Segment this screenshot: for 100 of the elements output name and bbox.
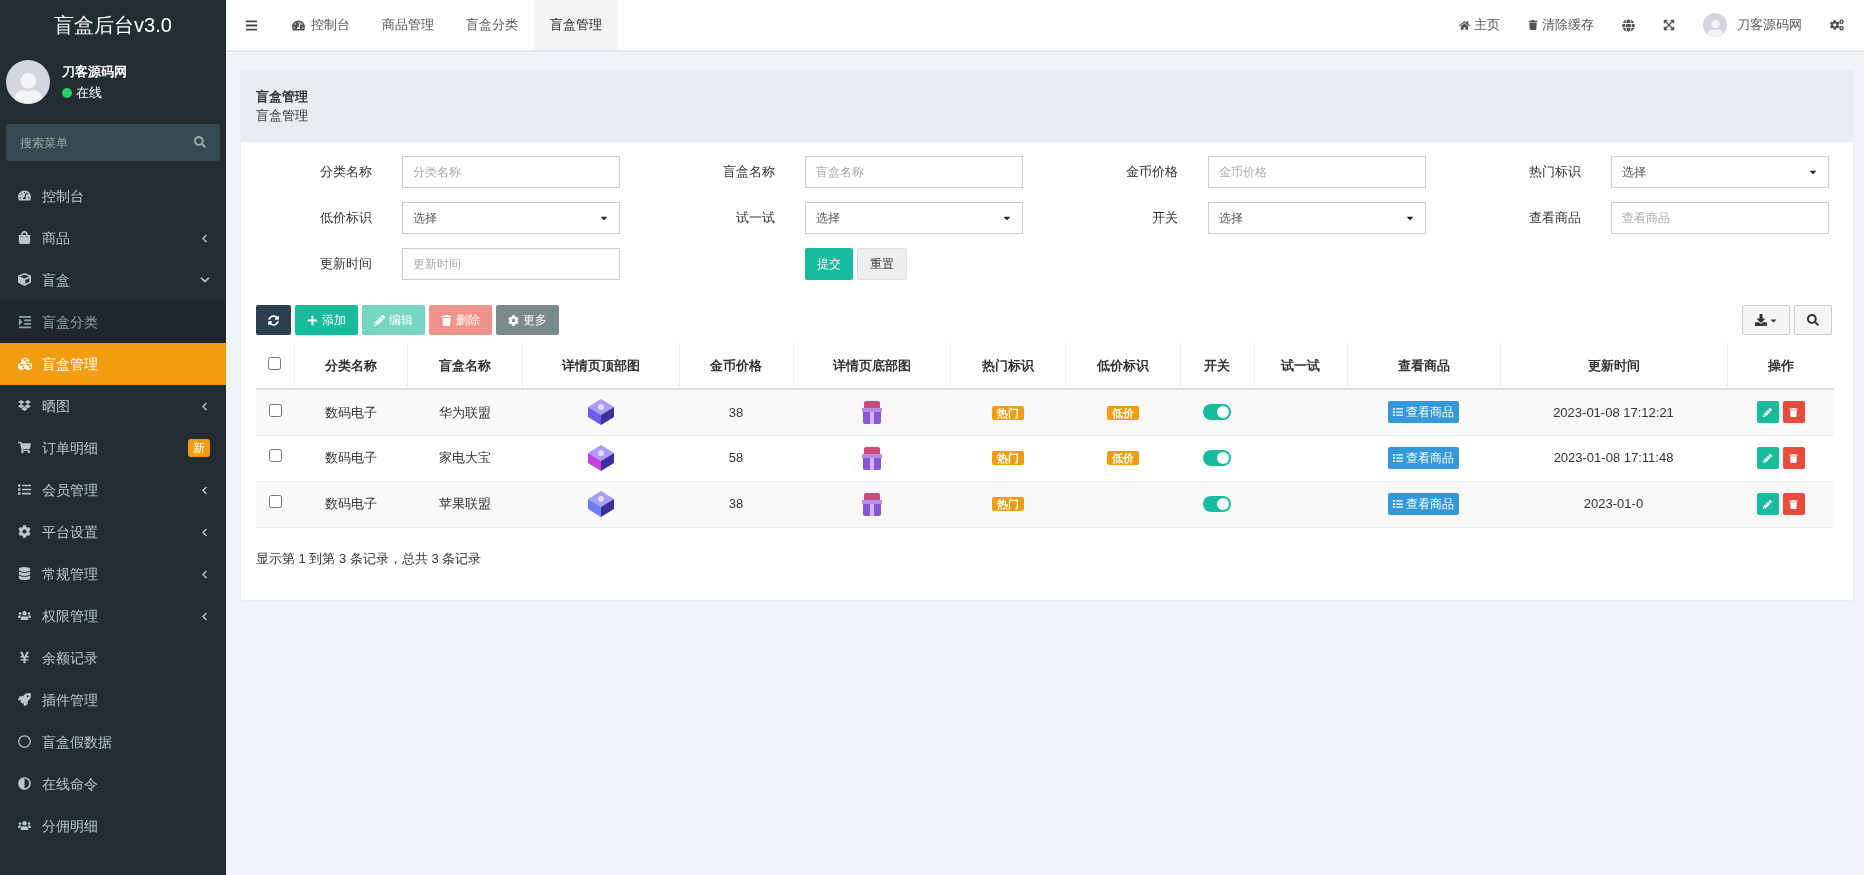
nav-tab[interactable]: 盲盒管理 — [534, 0, 618, 50]
trash-icon — [1789, 407, 1798, 417]
search-field[interactable]: 搜索菜单 — [6, 124, 220, 161]
download-icon — [1754, 314, 1767, 326]
filter-label: 分类名称 — [320, 163, 372, 182]
sidebar-item[interactable]: 余额记录 — [0, 637, 226, 679]
sidebar-item[interactable]: 会员管理 — [0, 469, 226, 511]
users-icon — [18, 609, 32, 623]
column-header: 分类名称 — [294, 343, 407, 389]
sidebar-subitem[interactable]: 盲盒分类 — [0, 301, 226, 343]
table-cell: 2023-01-08 17:12:21 — [1553, 404, 1674, 420]
refresh-icon — [268, 314, 279, 326]
nav-tab[interactable]: 商品管理 — [366, 0, 450, 50]
column-header: 查看商品 — [1347, 343, 1500, 389]
toggle-switch[interactable] — [1203, 450, 1231, 466]
input-field[interactable]: 金币价格 — [1208, 156, 1426, 188]
dashboard-icon — [292, 18, 305, 32]
hot-tag: 热门 — [991, 451, 1024, 466]
pagination-info: 显示第 1 到第 3 条记录，总共 3 条记录 — [256, 550, 482, 566]
sidebar-item[interactable]: 平台设置 — [0, 511, 226, 553]
select-field[interactable]: 选择 — [402, 202, 620, 234]
low-price-tag: 低价 — [1106, 405, 1139, 420]
input-field[interactable]: 查看商品 — [1611, 202, 1829, 234]
list-icon — [1393, 453, 1403, 463]
refresh-button[interactable] — [256, 305, 291, 335]
table-cell: 38 — [728, 496, 744, 512]
row-checkbox[interactable] — [268, 495, 282, 509]
user-name[interactable]: 刀客源码网 — [1737, 15, 1802, 35]
sidebar-item[interactable]: 分佣明细 — [0, 805, 226, 847]
fullscreen-icon[interactable] — [1663, 19, 1675, 31]
globe-icon[interactable] — [1622, 18, 1635, 32]
app-title: 盲盒后台v3.0 — [54, 13, 172, 38]
settings-icon[interactable] — [1830, 18, 1844, 32]
filter-label: 试一试 — [736, 209, 775, 228]
sidebar-item[interactable]: 盲盒假数据 — [0, 721, 226, 763]
column-header: 盲盒名称 — [407, 343, 522, 389]
column-header: 详情页顶部图 — [522, 343, 679, 389]
users-icon — [18, 819, 32, 833]
pencil-icon — [1763, 407, 1772, 417]
filter-label: 金币价格 — [1126, 163, 1178, 182]
list-icon — [1393, 499, 1403, 509]
column-header: 热门标识 — [950, 343, 1065, 389]
delete-button[interactable] — [1782, 447, 1805, 469]
table-cell: 家电大宝 — [438, 450, 491, 466]
sidebar-item[interactable]: 插件管理 — [0, 679, 226, 721]
select-field[interactable]: 选择 — [1611, 156, 1829, 188]
table-cell: 2023-01-0 — [1583, 496, 1644, 512]
home-link[interactable]: 主页 — [1459, 15, 1500, 35]
user-name: 刀客源码网 — [62, 62, 127, 81]
search-button[interactable] — [1794, 305, 1832, 335]
sidebar-item[interactable]: 控制台 — [0, 175, 226, 217]
delete-button[interactable] — [1782, 401, 1805, 424]
select-all-checkbox[interactable] — [268, 356, 282, 370]
filter-label: 更新时间 — [320, 255, 372, 274]
low-price-tag: 低价 — [1106, 451, 1139, 466]
plus-icon — [307, 314, 318, 326]
nav-tab[interactable]: 控制台 — [276, 0, 366, 50]
toggle-switch[interactable] — [1203, 496, 1231, 512]
user-status: 在线 — [76, 84, 102, 102]
sidebar-item[interactable]: 常规管理 — [0, 553, 226, 595]
row-checkbox[interactable] — [268, 403, 282, 417]
input-field[interactable]: 更新时间 — [402, 248, 620, 280]
select-field[interactable]: 选择 — [1208, 202, 1426, 234]
delete-button[interactable] — [1782, 493, 1805, 515]
sidebar-item[interactable]: 盲盒 — [0, 259, 226, 301]
search-icon — [194, 136, 206, 148]
nav-tab[interactable]: 盲盒分类 — [450, 0, 534, 50]
table-cell: 2023-01-08 17:11:48 — [1553, 450, 1674, 466]
column-header: 详情页底部图 — [793, 343, 950, 389]
input-field[interactable]: 分类名称 — [402, 156, 620, 188]
export-button[interactable] — [1742, 305, 1790, 335]
toggle-switch[interactable] — [1203, 404, 1231, 421]
row-checkbox[interactable] — [268, 449, 282, 463]
edit-button[interactable] — [1756, 493, 1779, 515]
sidebar-item[interactable]: 订单明细 新 — [0, 427, 226, 469]
sidebar-item[interactable]: 权限管理 — [0, 595, 226, 637]
sidebar-item[interactable]: 在线命令 — [0, 763, 226, 805]
more-button[interactable]: 更多 — [496, 305, 559, 335]
cube-icon — [18, 273, 32, 287]
indent-icon — [18, 315, 32, 329]
reset-button[interactable]: 重置 — [857, 248, 907, 280]
column-header: 金币价格 — [679, 343, 793, 389]
page-title: 盲盒管理 — [256, 87, 309, 106]
input-field[interactable]: 盲盒名称 — [805, 156, 1023, 188]
cubes-icon — [18, 357, 32, 371]
bag-icon — [18, 231, 32, 245]
cart-icon — [18, 441, 32, 455]
table-cell: 数码电子 — [324, 404, 377, 420]
edit-button[interactable] — [1756, 401, 1779, 424]
clear-cache-link[interactable]: 清除缓存 — [1528, 15, 1594, 35]
database-icon — [18, 567, 32, 581]
avatar-icon — [1703, 13, 1727, 37]
column-header: 试一试 — [1254, 343, 1347, 389]
sidebar-item[interactable]: 商品 — [0, 217, 226, 259]
hot-tag: 热门 — [991, 405, 1024, 420]
select-field[interactable]: 选择 — [805, 202, 1023, 234]
sidebar-item[interactable]: 晒图 — [0, 385, 226, 427]
rocket-icon — [18, 693, 32, 707]
edit-button[interactable] — [1756, 447, 1779, 469]
column-header: 更新时间 — [1500, 343, 1727, 389]
